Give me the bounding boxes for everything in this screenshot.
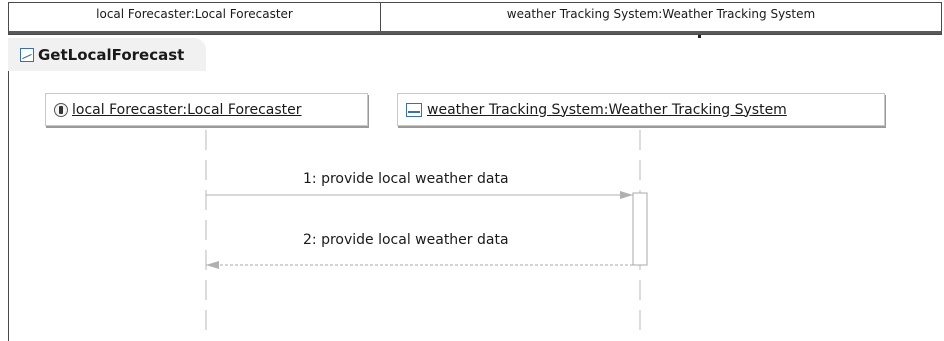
message-1-arrowhead <box>620 191 633 199</box>
message-1-label[interactable]: 1: provide local weather data <box>303 171 509 187</box>
component-icon <box>406 102 422 117</box>
lifeline-label: weather Tracking System:Weather Tracking… <box>427 101 787 118</box>
activation-bar[interactable] <box>632 192 648 266</box>
message-2-label[interactable]: 2: provide local weather data <box>303 232 509 248</box>
lifeline-head-local-forecaster[interactable]: local Forecaster:Local Forecaster <box>45 93 368 126</box>
lifeline-label: local Forecaster:Local Forecaster <box>72 101 302 118</box>
lifeline-head-weather-tracking-system[interactable]: weather Tracking System:Weather Tracking… <box>397 93 885 126</box>
message-2-arrowhead <box>206 261 219 269</box>
class-icon <box>54 102 68 117</box>
